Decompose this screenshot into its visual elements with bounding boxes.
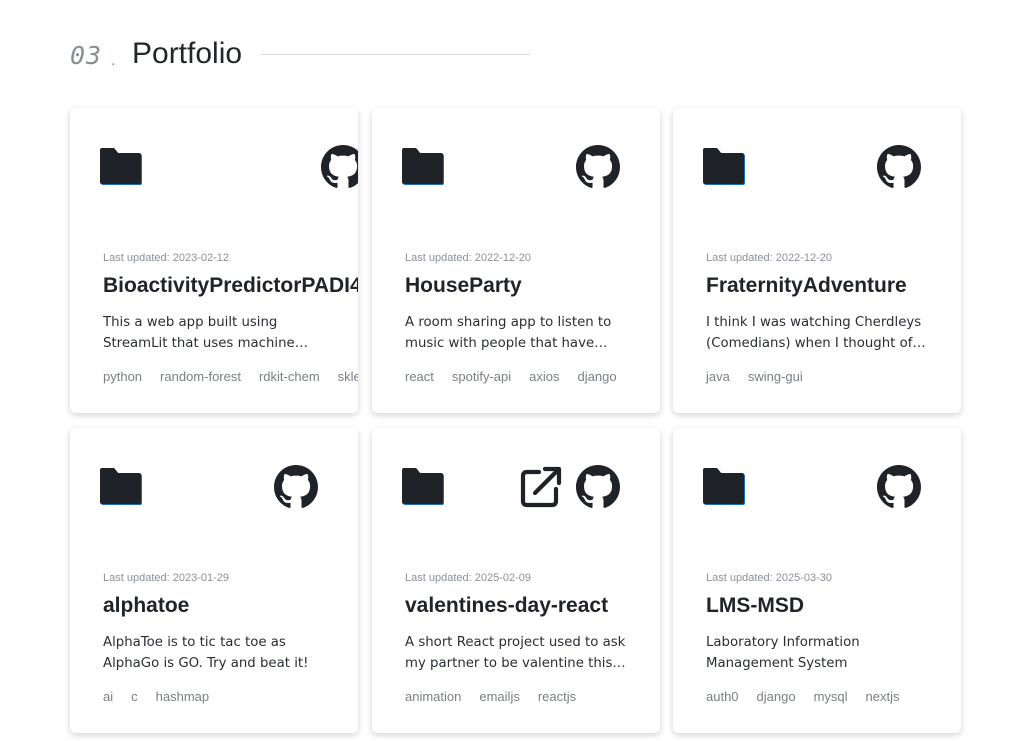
- tag: react: [405, 369, 434, 384]
- tag: emailjs: [479, 689, 520, 704]
- github-icon[interactable]: [877, 465, 921, 509]
- project-card[interactable]: Last updated: 2023-02-12 BioactivityPredi…: [70, 108, 358, 413]
- tag: hashmap: [155, 689, 210, 704]
- last-updated: Last updated: 2022-12-20: [405, 252, 531, 264]
- project-description: A short React project used to ask my par…: [405, 635, 626, 671]
- tag-list: python random-forest rdkit-chem skle: [103, 369, 358, 384]
- tag: axios: [529, 369, 560, 384]
- project-card[interactable]: Last updated: 2022-12-20 FraternityAdvent…: [673, 108, 961, 413]
- tag: random-forest: [160, 369, 241, 384]
- tag: c: [131, 689, 138, 704]
- project-title[interactable]: BioactivityPredictorPADI4: [103, 274, 358, 298]
- tag: rdkit-chem: [258, 369, 320, 384]
- folder-icon: [400, 147, 445, 186]
- project-card[interactable]: Last updated: 2025-03-30 LMS-MSD Laborator…: [673, 428, 961, 733]
- folder-icon: [701, 147, 746, 186]
- github-icon[interactable]: [576, 465, 620, 509]
- last-updated: Last updated: 2025-03-30: [706, 572, 832, 584]
- project-card[interactable]: Last updated: 2025-02-09 valentines-day-r…: [372, 428, 660, 733]
- github-icon[interactable]: [321, 145, 358, 189]
- tag: mysql: [813, 689, 848, 704]
- project-card[interactable]: Last updated: 2022-12-20 HouseParty A room…: [372, 108, 660, 413]
- section-header: 03 . Portfolio: [70, 32, 540, 76]
- folder-icon: [98, 147, 143, 186]
- last-updated: Last updated: 2025-02-09: [405, 572, 531, 584]
- project-title[interactable]: HouseParty: [405, 274, 522, 298]
- section-divider: [260, 54, 530, 55]
- project-title[interactable]: alphatoe: [103, 594, 189, 618]
- project-description: I think I was watching Cherdleys (Comedi…: [706, 315, 922, 351]
- tag: swing-gui: [747, 369, 803, 384]
- tag: animation: [405, 689, 462, 704]
- section-title: Portfolio: [132, 37, 243, 70]
- tag-list: animation emailjs reactjs: [405, 689, 576, 704]
- tag: auth0: [706, 689, 739, 704]
- last-updated: Last updated: 2023-01-29: [103, 572, 229, 584]
- last-updated: Last updated: 2022-12-20: [706, 252, 832, 264]
- tag: nextjs: [865, 689, 900, 704]
- external-link-icon[interactable]: [519, 465, 563, 509]
- github-icon[interactable]: [274, 465, 318, 509]
- folder-icon: [98, 467, 143, 506]
- folder-icon: [400, 467, 445, 506]
- project-title[interactable]: valentines-day-react: [405, 594, 608, 618]
- tag: django: [577, 369, 617, 384]
- github-icon[interactable]: [877, 145, 921, 189]
- tag: ai: [103, 689, 114, 704]
- section-number: 03: [70, 41, 103, 70]
- section-separator: .: [111, 52, 116, 69]
- project-title[interactable]: FraternityAdventure: [706, 274, 907, 298]
- tag-list: ai c hashmap: [103, 689, 209, 704]
- last-updated: Last updated: 2023-02-12: [103, 252, 229, 264]
- tag: spotify-api: [451, 369, 512, 384]
- tag-list: react spotify-api axios django: [405, 369, 617, 384]
- folder-icon: [701, 467, 746, 506]
- project-card[interactable]: Last updated: 2023-01-29 alphatoe AlphaToe…: [70, 428, 358, 733]
- tag-list: java swing-gui: [706, 369, 803, 384]
- github-icon[interactable]: [576, 145, 620, 189]
- project-title[interactable]: LMS-MSD: [706, 594, 804, 618]
- project-description: Laboratory Information Management System: [706, 635, 860, 671]
- tag: java: [706, 369, 730, 384]
- tag: skle: [337, 369, 358, 384]
- project-description: This a web app built using StreamLit tha…: [103, 315, 295, 351]
- tag-list: auth0 django mysql nextjs: [706, 689, 900, 704]
- tag: django: [756, 689, 796, 704]
- tag: reactjs: [537, 689, 577, 704]
- project-description: AlphaToe is to tic tac toe as AlphaGo is…: [103, 635, 309, 671]
- tag: python: [103, 369, 143, 384]
- project-description: A room sharing app to listen to music wi…: [405, 315, 612, 351]
